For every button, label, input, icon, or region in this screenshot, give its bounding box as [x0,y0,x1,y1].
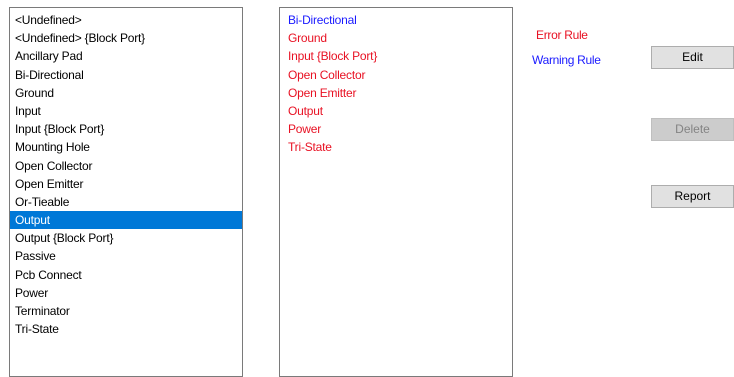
delete-button: Delete [651,118,734,141]
list-item[interactable]: Pcb Connect [10,266,242,284]
warning-rule-item[interactable]: Bi-Directional [280,11,512,29]
list-item[interactable]: <Undefined> [10,11,242,29]
warning-rule-legend: Warning Rule [532,53,601,67]
list-item[interactable]: Power [10,284,242,302]
error-rule-item[interactable]: Input {Block Port} [280,47,512,65]
list-item[interactable]: Output {Block Port} [10,229,242,247]
list-item[interactable]: <Undefined> {Block Port} [10,29,242,47]
error-rule-item[interactable]: Open Collector [280,66,512,84]
error-rule-item[interactable]: Open Emitter [280,84,512,102]
report-button[interactable]: Report [651,185,734,208]
list-item[interactable]: Open Emitter [10,175,242,193]
list-item[interactable]: Or-Tieable [10,193,242,211]
list-item[interactable]: Ancillary Pad [10,47,242,65]
error-rule-item[interactable]: Output [280,102,512,120]
list-item[interactable]: Bi-Directional [10,66,242,84]
list-item[interactable]: Input {Block Port} [10,120,242,138]
list-item[interactable]: Tri-State [10,320,242,338]
rule-list[interactable]: Bi-Directional Ground Input {Block Port} Op… [279,7,513,377]
pin-type-list[interactable]: <Undefined> <Undefined> {Block Port} Ancil… [9,7,243,377]
error-rule-item[interactable]: Tri-State [280,138,512,156]
error-rule-item[interactable]: Power [280,120,512,138]
list-item[interactable]: Passive [10,247,242,265]
list-item[interactable]: Terminator [10,302,242,320]
list-item[interactable]: Input [10,102,242,120]
error-rule-legend: Error Rule [536,28,588,42]
error-rule-item[interactable]: Ground [280,29,512,47]
list-item[interactable]: Open Collector [10,157,242,175]
list-item[interactable]: Mounting Hole [10,138,242,156]
list-item[interactable]: Ground [10,84,242,102]
list-item-selected[interactable]: Output [10,211,242,230]
edit-button[interactable]: Edit [651,46,734,69]
